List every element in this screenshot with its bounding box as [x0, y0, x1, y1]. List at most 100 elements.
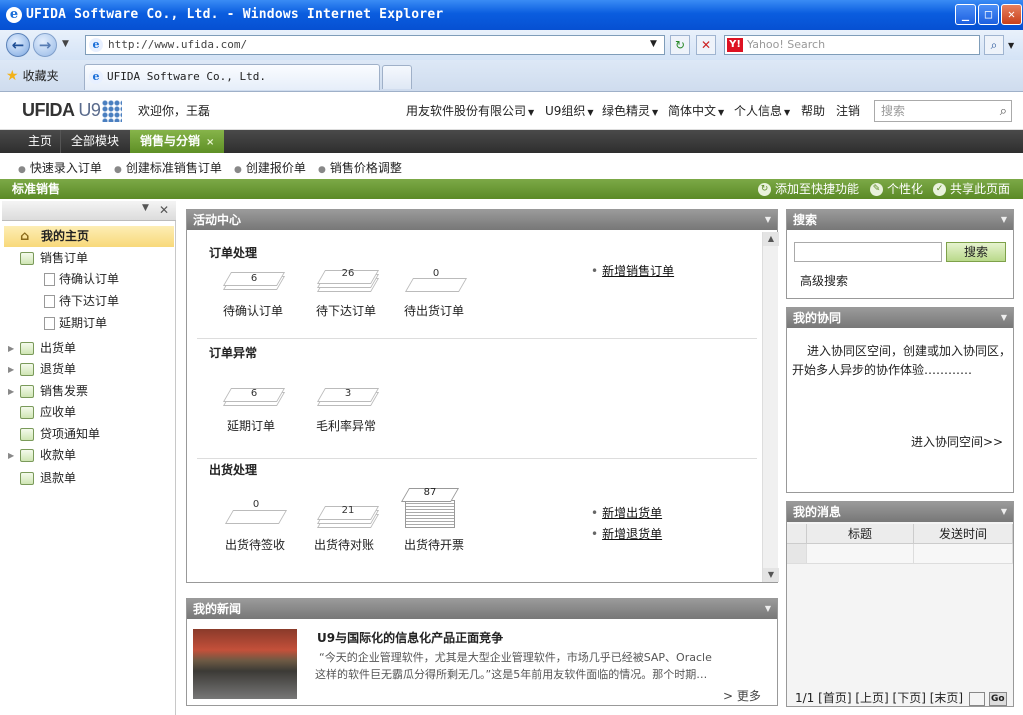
url-input[interactable]: e http://www.ufida.com/ [85, 35, 665, 55]
column-send-time[interactable]: 发送时间 [914, 524, 1013, 544]
link-pending-confirm[interactable]: 待确认订单 [213, 302, 293, 319]
link-ship-sign[interactable]: 出货待签收 [215, 536, 295, 553]
panel-search-input[interactable] [794, 242, 942, 262]
history-dropdown-icon[interactable]: ▼ [62, 39, 69, 49]
panel-menu-icon[interactable]: ▼ [1001, 210, 1007, 230]
tall-paper-stack-icon[interactable]: 87 [400, 486, 460, 530]
close-tab-icon[interactable]: × [206, 137, 214, 148]
tree-item-invoice[interactable]: ▶ 销售发票 [4, 381, 174, 402]
browser-tab-active[interactable]: e UFIDA Software Co., Ltd. [84, 64, 380, 90]
favorites-button[interactable]: ★ 收藏夹 [6, 67, 59, 84]
tree-item-shipment[interactable]: ▶ 出货单 [4, 338, 174, 359]
expand-arrow-icon[interactable]: ▶ [8, 381, 14, 402]
tree-item-receipt[interactable]: ▶ 收款单 [4, 445, 174, 466]
panel-menu-icon[interactable]: ▼ [765, 210, 771, 230]
new-tab-button[interactable] [382, 65, 412, 89]
search-icon[interactable]: ⌕ [1000, 102, 1007, 122]
tree-item-pending-release[interactable]: 待下达订单 [4, 291, 174, 312]
paper-stack-icon[interactable]: 6 [222, 380, 286, 410]
link-pending-ship[interactable]: 待出货订单 [394, 302, 474, 319]
header-nav-language[interactable]: 简体中文 ▼ [668, 102, 724, 119]
minimize-button[interactable]: _ [955, 4, 976, 25]
link-ship-reconcile[interactable]: 出货待对账 [304, 536, 384, 553]
last-page-link[interactable]: [末页] [930, 691, 963, 705]
news-more-link[interactable]: > 更多 [723, 687, 761, 704]
link-new-shipment[interactable]: • 新增出货单 [591, 504, 662, 521]
paper-stack-icon[interactable]: 6 [222, 266, 286, 296]
header-nav-help[interactable]: 帮助 [801, 102, 825, 119]
tree-item-delayed[interactable]: 延期订单 [4, 313, 174, 334]
subnav-create-order[interactable]: ● 创建标准销售订单 [114, 159, 222, 176]
home-icon: ⌂ [20, 228, 30, 244]
close-panel-icon[interactable]: ✕ [159, 203, 169, 217]
stop-icon[interactable]: ✕ [696, 35, 716, 55]
advanced-search-link[interactable]: 高级搜索 [800, 272, 848, 289]
header-nav-green-sprite[interactable]: 绿色精灵 ▼ [602, 102, 658, 119]
tree-item-sales-order[interactable]: 销售订单 [4, 248, 174, 269]
paper-stack-icon[interactable]: 3 [316, 380, 380, 410]
close-button[interactable]: ✕ [1001, 4, 1022, 25]
tab-sales-distribution[interactable]: 销售与分销 × [130, 130, 225, 153]
yahoo-search-input[interactable]: Y! Yahoo! Search [724, 35, 980, 55]
back-icon[interactable]: ← [6, 33, 30, 57]
expand-arrow-icon[interactable]: ▶ [8, 445, 14, 466]
paper-stack-icon[interactable]: 26 [316, 262, 380, 292]
personalize-action[interactable]: ✎ 个性化 [870, 179, 923, 199]
expand-arrow-icon[interactable]: ▶ [8, 338, 14, 359]
header-search-input[interactable]: 搜索 ⌕ [874, 100, 1012, 122]
go-button[interactable]: Go [988, 691, 1007, 706]
next-page-link[interactable]: [下页] [893, 691, 926, 705]
search-go-icon[interactable]: ⌕ [984, 35, 1004, 55]
link-new-return[interactable]: • 新增退货单 [591, 525, 662, 542]
subnav-quick-order[interactable]: ● 快速录入订单 [18, 159, 102, 176]
paper-stack-icon[interactable]: 0 [404, 266, 468, 296]
paper-stack-icon[interactable]: 0 [224, 498, 288, 528]
link-delayed-orders[interactable]: 延期订单 [211, 417, 291, 434]
tree-item-pending-confirm[interactable]: 待确认订单 [4, 269, 174, 290]
header-nav-company[interactable]: 用友软件股份有限公司 ▼ [406, 102, 534, 119]
scroll-up-icon[interactable]: ▲ [763, 232, 779, 246]
scroll-down-icon[interactable]: ▼ [763, 568, 779, 582]
expand-arrow-icon[interactable]: ▶ [8, 359, 14, 380]
prev-page-link[interactable]: [上页] [855, 691, 888, 705]
paper-stack-icon[interactable]: 21 [316, 498, 380, 528]
search-options-icon[interactable]: ▼ [1008, 41, 1014, 50]
add-shortcut-action[interactable]: ↻ 添加至快捷功能 [758, 179, 859, 199]
link-pending-release[interactable]: 待下达订单 [306, 302, 386, 319]
link-ship-invoice[interactable]: 出货待开票 [394, 536, 474, 553]
collapse-icon[interactable]: ▼ [142, 203, 149, 213]
subnav-create-quote[interactable]: ● 创建报价单 [234, 159, 306, 176]
header-nav-org[interactable]: U9组织 ▼ [545, 102, 594, 119]
page-number-input[interactable] [968, 691, 985, 706]
row-selector[interactable] [787, 544, 807, 564]
enter-collab-link[interactable]: 进入协同空间>> [911, 433, 1003, 450]
first-page-link[interactable]: [首页] [818, 691, 851, 705]
column-title[interactable]: 标题 [807, 524, 914, 544]
tree-item-refund[interactable]: 退款单 [4, 468, 174, 489]
tree-item-credit-note[interactable]: 贷项通知单 [4, 424, 174, 445]
news-headline[interactable]: U9与国际化的信息化产品正面竞争 [317, 629, 503, 646]
tab-all-modules[interactable]: 全部模块 [60, 130, 129, 153]
maximize-button[interactable]: □ [978, 4, 999, 25]
panel-menu-icon[interactable]: ▼ [1001, 308, 1007, 328]
tree-label: 退货单 [40, 362, 77, 376]
tab-home[interactable]: 主页 [18, 130, 62, 153]
tree-item-return[interactable]: ▶ 退货单 [4, 359, 174, 380]
subnav-price-adjust[interactable]: ● 销售价格调整 [318, 159, 402, 176]
panel-search-button[interactable]: 搜索 [946, 242, 1006, 262]
activity-scrollbar[interactable]: ▲ ▼ [762, 232, 779, 582]
forward-icon[interactable]: → [33, 33, 57, 57]
share-page-action[interactable]: ✓ 共享此页面 [933, 179, 1010, 199]
tree-item-receivable[interactable]: 应收单 [4, 402, 174, 423]
header-nav-logout[interactable]: 注销 [836, 102, 860, 119]
header-nav-profile[interactable]: 个人信息 ▼ [734, 102, 790, 119]
url-dropdown-icon[interactable]: ▼ [650, 39, 657, 49]
panel-menu-icon[interactable]: ▼ [1001, 502, 1007, 522]
link-margin-exception[interactable]: 毛利率异常 [306, 417, 386, 434]
url-text: http://www.ufida.com/ [108, 38, 248, 51]
panel-menu-icon[interactable]: ▼ [765, 599, 771, 619]
news-photo[interactable] [193, 629, 297, 699]
refresh-icon[interactable]: ↻ [670, 35, 690, 55]
tree-item-home[interactable]: ⌂ 我的主页 [4, 226, 174, 247]
link-new-sales-order[interactable]: • 新增销售订单 [591, 262, 674, 279]
